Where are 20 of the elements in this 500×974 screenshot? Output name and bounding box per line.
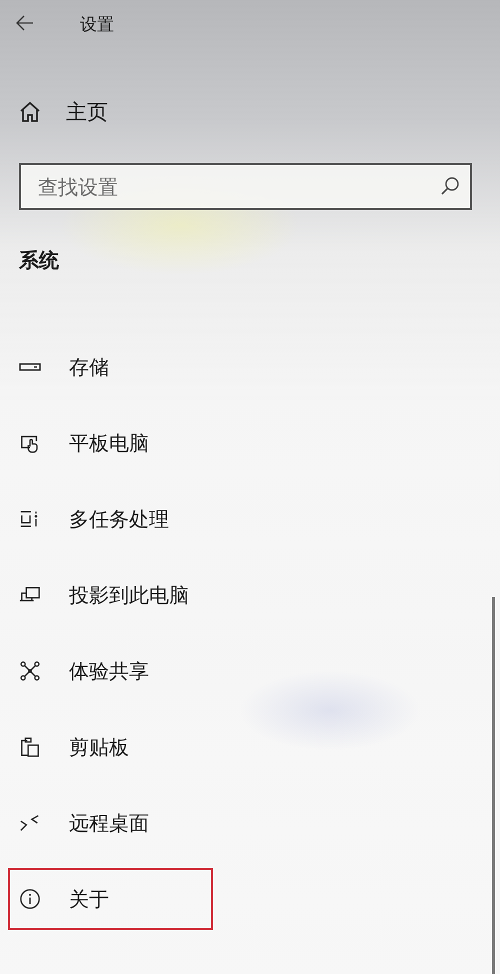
- sidebar-item[interactable]: 远程桌面: [8, 792, 213, 854]
- sidebar-item[interactable]: 关于: [8, 868, 213, 930]
- sidebar-item[interactable]: 存储: [8, 336, 213, 398]
- info-icon: [19, 888, 41, 910]
- search-field[interactable]: 查找设置: [19, 163, 472, 210]
- scrollbar[interactable]: [492, 597, 495, 974]
- home-link[interactable]: 主页: [18, 87, 118, 137]
- sidebar-item[interactable]: 多任务处理: [8, 488, 213, 550]
- sidebar-item[interactable]: 投影到此电脑: [8, 564, 213, 626]
- sidebar-item[interactable]: 平板电脑: [8, 412, 213, 474]
- search-icon: [440, 176, 460, 196]
- clipboard-icon: [19, 736, 41, 758]
- sidebar-item[interactable]: 剪贴板: [8, 716, 213, 778]
- home-icon: [18, 100, 42, 124]
- back-arrow-icon: [16, 14, 34, 30]
- storage-drive-icon: [19, 363, 41, 371]
- sidebar-item[interactable]: 体验共享: [8, 640, 213, 702]
- window-title: 设置: [80, 14, 114, 36]
- share-nodes-icon: [19, 660, 41, 682]
- section-heading: 系统: [19, 247, 59, 274]
